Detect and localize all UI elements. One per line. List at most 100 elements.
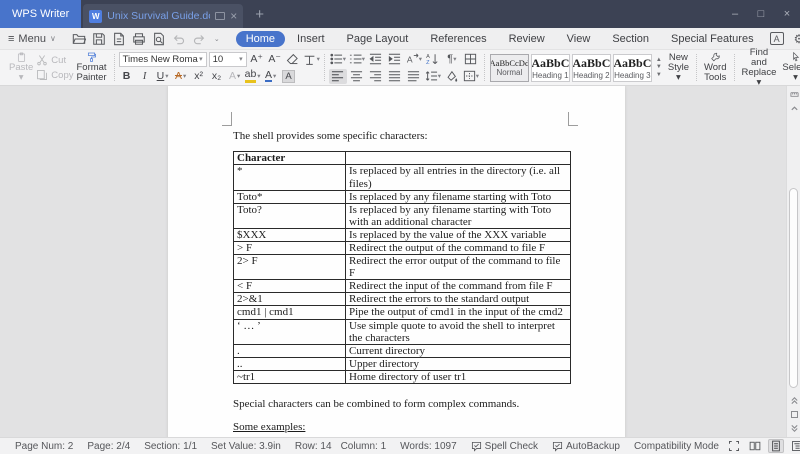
previous-page-button[interactable]: [788, 394, 800, 406]
font-color-button[interactable]: A▾: [263, 69, 279, 84]
superscript-button[interactable]: x²: [191, 69, 207, 84]
group-divider: [734, 54, 735, 81]
underline-button[interactable]: U▾: [155, 69, 171, 84]
style-heading-2[interactable]: AaBbC Heading 2: [572, 54, 611, 82]
scrollbar-thumb[interactable]: [789, 188, 798, 388]
wps-writer-app-button[interactable]: WPS Writer: [0, 0, 81, 28]
document-tab[interactable]: W Unix Survival Guide.doc ×: [83, 4, 243, 28]
text-effects-button[interactable]: A▾: [227, 69, 243, 84]
character-shading-button[interactable]: A: [281, 69, 297, 84]
tab-view[interactable]: View: [557, 31, 601, 47]
page-view-button[interactable]: [768, 439, 784, 453]
font-family-select[interactable]: Times New Roma▾: [119, 52, 207, 67]
paste-button[interactable]: Paste ▾: [6, 52, 36, 83]
tab-close-icon[interactable]: ×: [230, 10, 237, 22]
shading-button[interactable]: [443, 69, 461, 84]
close-button[interactable]: ×: [774, 8, 800, 20]
align-center-button[interactable]: [348, 69, 366, 84]
style-heading-3[interactable]: AaBbC Heading 3: [613, 54, 652, 82]
redo-button[interactable]: [192, 30, 206, 48]
shrink-font-button[interactable]: A⁻: [267, 52, 283, 67]
font-size-select[interactable]: 10▾: [209, 52, 247, 67]
gallery-more-icon[interactable]: ▼: [654, 72, 664, 79]
minimize-button[interactable]: –: [722, 8, 748, 20]
style-heading-1[interactable]: AaBbC Heading 1: [531, 54, 570, 82]
ruler-toggle-button[interactable]: [788, 88, 800, 100]
outline-view-button[interactable]: [789, 439, 800, 453]
find-replace-button[interactable]: Find and Replace ▾: [739, 52, 780, 83]
gallery-down-icon[interactable]: ▼: [654, 64, 664, 71]
strikethrough-button[interactable]: A▾: [173, 69, 189, 84]
print-button[interactable]: [132, 30, 146, 48]
autobackup-button[interactable]: AutoBackup: [545, 441, 627, 452]
tab-section[interactable]: Section: [602, 31, 659, 47]
increase-indent-button[interactable]: [386, 52, 404, 67]
page-indicator[interactable]: Page: 2/4: [80, 441, 137, 452]
save-button[interactable]: [92, 30, 106, 48]
section-indicator[interactable]: Section: 1/1: [137, 441, 204, 452]
italic-button[interactable]: I: [137, 69, 153, 84]
highlight-color-button[interactable]: ab▾: [245, 69, 261, 84]
tab-home[interactable]: Home: [236, 31, 285, 47]
format-painter-button[interactable]: Format Painter: [73, 52, 109, 83]
vertical-scrollbar[interactable]: [786, 86, 800, 437]
sort-button[interactable]: AZ: [424, 52, 442, 67]
new-tab-button[interactable]: +: [255, 0, 264, 28]
browse-object-button[interactable]: [788, 408, 800, 420]
borders-button[interactable]: ▾: [462, 69, 480, 84]
column-indicator[interactable]: Column: 1: [334, 441, 394, 452]
line-spacing-button[interactable]: ▾: [424, 69, 442, 84]
page-num-indicator[interactable]: Page Num: 2: [8, 441, 80, 452]
align-right-button[interactable]: [367, 69, 385, 84]
open-button[interactable]: [72, 30, 86, 48]
word-count-indicator[interactable]: Words: 1097: [393, 441, 464, 452]
gallery-up-icon[interactable]: ▲: [654, 57, 664, 64]
tab-insert[interactable]: Insert: [287, 31, 335, 47]
align-left-button[interactable]: [329, 69, 347, 84]
quickbar-more-icon[interactable]: ⌄: [214, 35, 220, 43]
set-value-indicator[interactable]: Set Value: 3.9in: [204, 441, 288, 452]
undo-button[interactable]: [172, 30, 186, 48]
justify-button[interactable]: [386, 69, 404, 84]
numbered-list-button[interactable]: ▾: [348, 52, 366, 67]
document-page[interactable]: The shell provides some specific charact…: [168, 86, 625, 437]
maximize-button[interactable]: □: [748, 8, 774, 20]
cell-description: Is replaced by any filename starting wit…: [346, 203, 571, 228]
grow-font-button[interactable]: A⁺: [249, 52, 265, 67]
select-button[interactable]: Select ▾: [779, 52, 800, 83]
compatibility-mode-indicator[interactable]: Compatibility Mode: [627, 441, 726, 452]
row-indicator[interactable]: Row: 14: [288, 441, 334, 452]
tab-references[interactable]: References: [420, 31, 496, 47]
tab-page-layout[interactable]: Page Layout: [337, 31, 419, 47]
draw-table-button[interactable]: [462, 52, 480, 67]
menu-button[interactable]: ≡ Menu ∨: [8, 33, 56, 45]
style-normal[interactable]: AaBbCcDd Normal: [490, 54, 529, 82]
text-direction-button[interactable]: A▾: [405, 52, 423, 67]
cut-button[interactable]: Cut: [36, 54, 73, 66]
fullscreen-view-button[interactable]: [726, 439, 742, 453]
character-tools-button[interactable]: ▾: [303, 52, 320, 67]
scroll-up-button[interactable]: [788, 102, 800, 114]
bullet-list-button[interactable]: ▾: [329, 52, 347, 67]
new-style-button[interactable]: A New Style ▾: [665, 52, 692, 83]
print-preview-button[interactable]: [152, 30, 166, 48]
copy-button[interactable]: Copy: [36, 69, 73, 81]
gear-icon[interactable]: ⚙: [794, 32, 800, 46]
show-marks-button[interactable]: ¶▾: [443, 52, 461, 67]
export-pdf-button[interactable]: [112, 30, 126, 48]
bold-button[interactable]: B: [119, 69, 135, 84]
ai-helper-icon[interactable]: A: [770, 32, 784, 45]
sort-icon: AZ: [426, 53, 439, 65]
word-tools-button[interactable]: Word Tools: [701, 52, 730, 83]
subscript-button[interactable]: x₂: [209, 69, 225, 84]
spell-check-button[interactable]: Spell Check: [464, 441, 545, 452]
clear-formatting-button[interactable]: [285, 52, 301, 67]
distribute-button[interactable]: [405, 69, 423, 84]
next-page-button[interactable]: [788, 422, 800, 434]
tab-special-features[interactable]: Special Features: [661, 31, 764, 47]
decrease-indent-button[interactable]: [367, 52, 385, 67]
tab-pin-icon[interactable]: [215, 12, 225, 20]
two-page-view-button[interactable]: [747, 439, 763, 453]
tab-review[interactable]: Review: [499, 31, 555, 47]
header-cell-character: Character: [234, 152, 346, 165]
